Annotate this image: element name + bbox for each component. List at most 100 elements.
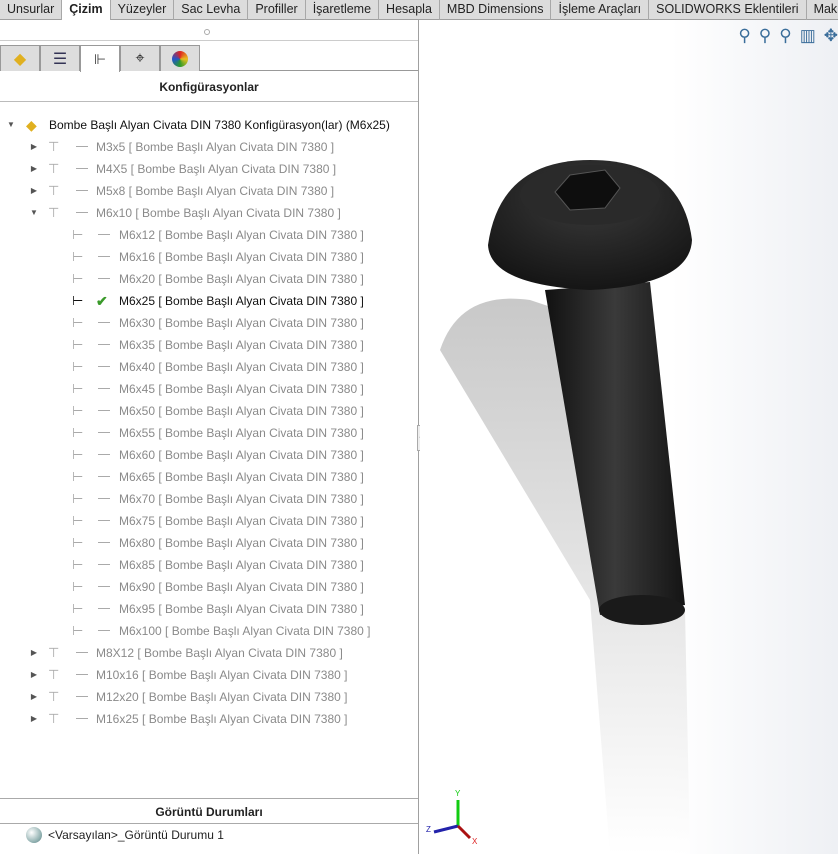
configuration-icon: ⊢ — [72, 403, 84, 418]
configuration-label: M6x90 [ Bombe Başlı Alyan Civata DIN 738… — [119, 580, 364, 594]
inactive-dash — [98, 366, 110, 367]
configuration-icon: ⊢ — [72, 271, 84, 286]
divider — [0, 40, 418, 41]
inactive-dash — [76, 674, 88, 675]
inactive-dash — [98, 520, 110, 521]
configuration-icon: ⊢ — [72, 227, 84, 242]
configuration-icon: ⊢ — [72, 315, 84, 330]
inactive-dash — [76, 146, 88, 147]
collapsed-arrow-icon[interactable]: ▶ — [29, 643, 39, 663]
ribbon-tab[interactable]: SOLIDWORKS Eklentileri — [649, 0, 807, 20]
configuration-label: M10x16 [ Bombe Başlı Alyan Civata DIN 73… — [96, 668, 348, 682]
configuration-icon: ⊢ — [72, 513, 84, 528]
configuration-icon: ⊤ — [48, 183, 60, 198]
inactive-dash — [98, 454, 110, 455]
inactive-dash — [98, 564, 110, 565]
configuration-label: M6x45 [ Bombe Başlı Alyan Civata DIN 738… — [119, 382, 364, 396]
configuration-icon: ⊤ — [48, 205, 60, 220]
configuration-label: M6x55 [ Bombe Başlı Alyan Civata DIN 738… — [119, 426, 364, 440]
inactive-dash — [98, 476, 110, 477]
panel-tabs: ◆ ☰ ⊩ ⌖ — [0, 45, 418, 72]
part-icon: ◆ — [13, 50, 27, 68]
configuration-label: M6x80 [ Bombe Başlı Alyan Civata DIN 738… — [119, 536, 364, 550]
configuration-label: M6x65 [ Bombe Başlı Alyan Civata DIN 738… — [119, 470, 364, 484]
configuration-label: M12x20 [ Bombe Başlı Alyan Civata DIN 73… — [96, 690, 348, 704]
ribbon-tab[interactable]: İşaretleme — [306, 0, 380, 20]
configuration-manager-tab[interactable]: ⊩ — [80, 45, 120, 72]
configuration-icon: ⊩ — [93, 50, 107, 67]
axis-triad: Y Z X — [426, 789, 478, 846]
configuration-icon: ⊤ — [48, 667, 60, 682]
inactive-dash — [98, 344, 110, 345]
configuration-label: M6x75 [ Bombe Başlı Alyan Civata DIN 738… — [119, 514, 364, 528]
ribbon-tab[interactable]: Sac Levha — [174, 0, 249, 20]
configuration-label: M6x25 [ Bombe Başlı Alyan Civata DIN 738… — [119, 294, 364, 308]
configuration-icon: ⊢ — [72, 359, 84, 374]
inactive-dash — [76, 190, 88, 191]
configuration-icon: ⊤ — [48, 645, 60, 660]
expanded-arrow-icon[interactable]: ▼ — [6, 115, 16, 135]
collapsed-arrow-icon[interactable]: ▶ — [29, 159, 39, 179]
display-state-item[interactable]: <Varsayılan>_Görüntü Durumu 1 — [26, 825, 224, 845]
configuration-icon: ⊢ — [72, 447, 84, 462]
configuration-label: M6x100 [ Bombe Başlı Alyan Civata DIN 73… — [119, 624, 371, 638]
inactive-dash — [98, 278, 110, 279]
inactive-dash — [98, 608, 110, 609]
configuration-label: M6x12 [ Bombe Başlı Alyan Civata DIN 738… — [119, 228, 364, 242]
configuration-label: M6x50 [ Bombe Başlı Alyan Civata DIN 738… — [119, 404, 364, 418]
ribbon-tab[interactable]: Unsurlar — [0, 0, 63, 20]
configuration-icon: ⊢ — [72, 469, 84, 484]
display-state-icon — [26, 827, 42, 843]
collapsed-arrow-icon[interactable]: ▶ — [29, 687, 39, 707]
configuration-label: M6x10 [ Bombe Başlı Alyan Civata DIN 738… — [96, 206, 341, 220]
inactive-dash — [98, 388, 110, 389]
bolt-model — [440, 160, 692, 854]
tree-root-label: Bombe Başlı Alyan Civata DIN 7380 Konfig… — [49, 118, 390, 132]
configuration-icon: ⊤ — [48, 689, 60, 704]
dimxpert-manager-tab[interactable]: ⌖ — [120, 45, 160, 71]
configuration-icon: ⊢ — [72, 337, 84, 352]
collapsed-arrow-icon[interactable]: ▶ — [29, 181, 39, 201]
display-manager-tab[interactable] — [160, 45, 200, 71]
ribbon-tab[interactable]: İşleme Araçları — [551, 0, 650, 20]
ribbon-tab[interactable]: MBD Dimensions — [440, 0, 552, 20]
panel-grip[interactable] — [204, 29, 210, 35]
crosshair-icon: ⌖ — [135, 49, 145, 67]
configuration-label: M8X12 [ Bombe Başlı Alyan Civata DIN 738… — [96, 646, 343, 660]
display-state-label: <Varsayılan>_Görüntü Durumu 1 — [48, 828, 224, 842]
collapsed-arrow-icon[interactable]: ▶ — [29, 137, 39, 157]
configuration-label: M6x20 [ Bombe Başlı Alyan Civata DIN 738… — [119, 272, 364, 286]
inactive-dash — [98, 586, 110, 587]
configuration-label: M4X5 [ Bombe Başlı Alyan Civata DIN 7380… — [96, 162, 337, 176]
inactive-dash — [76, 652, 88, 653]
configuration-label: M6x95 [ Bombe Başlı Alyan Civata DIN 738… — [119, 602, 364, 616]
inactive-dash — [76, 212, 88, 213]
ribbon-tab[interactable]: Yüzeyler — [111, 0, 175, 20]
y-axis-label: Y — [455, 789, 461, 798]
expanded-arrow-icon[interactable]: ▼ — [29, 203, 39, 223]
property-list-icon: ☰ — [52, 50, 68, 68]
configuration-label: M6x70 [ Bombe Başlı Alyan Civata DIN 738… — [119, 492, 364, 506]
configuration-label: M6x85 [ Bombe Başlı Alyan Civata DIN 738… — [119, 558, 364, 572]
configuration-icon: ⊤ — [48, 711, 60, 726]
configuration-icon: ⊢ — [72, 601, 84, 616]
inactive-dash — [98, 432, 110, 433]
configuration-icon: ⊢ — [72, 623, 84, 638]
collapsed-arrow-icon[interactable]: ▶ — [29, 709, 39, 729]
configuration-label: M6x35 [ Bombe Başlı Alyan Civata DIN 738… — [119, 338, 364, 352]
collapsed-arrow-icon[interactable]: ▶ — [29, 665, 39, 685]
inactive-dash — [98, 410, 110, 411]
configuration-label: M5x8 [ Bombe Başlı Alyan Civata DIN 7380… — [96, 184, 335, 198]
ribbon-tab[interactable]: Hesapla — [379, 0, 440, 20]
feature-manager-tab[interactable]: ◆ — [0, 45, 40, 71]
ribbon-tab[interactable]: Makro — [807, 0, 838, 20]
property-manager-tab[interactable]: ☰ — [40, 45, 80, 71]
configuration-icon: ⊢ — [72, 535, 84, 550]
ribbon-tab[interactable]: Profiller — [248, 0, 306, 20]
inactive-dash — [98, 498, 110, 499]
ribbon-tab[interactable]: Çizim — [62, 0, 111, 21]
inactive-dash — [98, 234, 110, 235]
configuration-icon: ⊢ — [72, 425, 84, 440]
graphics-area[interactable]: ⚲ ⚲ ⚲ ▥ ✥ Y Z X — [420, 20, 838, 854]
inactive-dash — [76, 696, 88, 697]
